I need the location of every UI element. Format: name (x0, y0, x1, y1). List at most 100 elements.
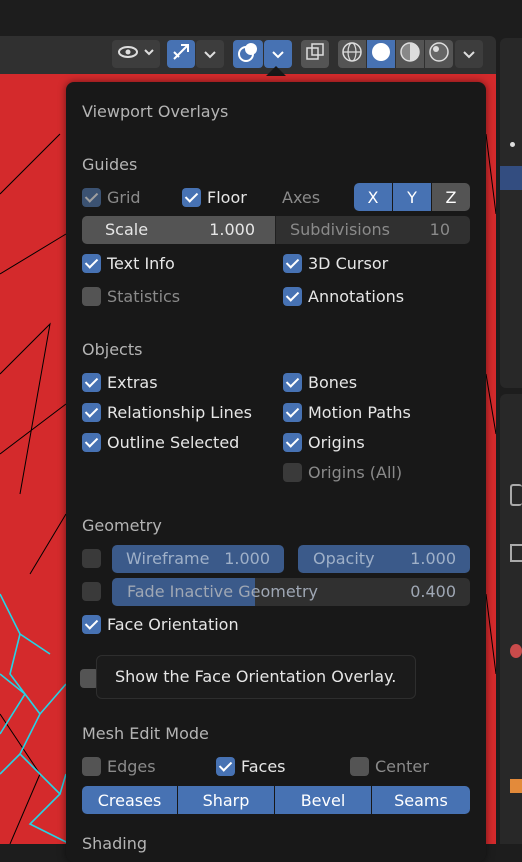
floor-checkbox[interactable] (182, 188, 201, 207)
bevel-toggle[interactable]: Bevel (275, 786, 371, 814)
chevron-down-icon (203, 45, 217, 64)
3d-cursor-checkbox[interactable] (283, 254, 302, 273)
bones-label: Bones (308, 373, 358, 392)
wireframe-shading-button[interactable] (338, 40, 366, 68)
seams-label: Seams (394, 790, 448, 810)
extras-label: Extras (107, 373, 158, 392)
gizmo-toggle-button[interactable] (167, 40, 195, 68)
creases-toggle[interactable]: Creases (82, 786, 177, 814)
relationship-lines-label: Relationship Lines (107, 403, 252, 422)
axis-x-toggle[interactable]: X (354, 183, 392, 211)
text-info-checkbox[interactable] (82, 254, 101, 273)
origins-checkbox[interactable] (283, 433, 302, 452)
annotations-label: Annotations (308, 287, 405, 306)
center-label: Center (375, 757, 429, 776)
bones-checkbox[interactable] (283, 373, 302, 392)
grid-label: Grid (107, 188, 141, 207)
gizmo-dropdown[interactable] (196, 40, 224, 68)
face-orientation-label: Face Orientation (107, 615, 239, 634)
grid-checkbox[interactable] (82, 188, 101, 207)
gizmo-icon (171, 42, 191, 66)
axes-label: Axes (282, 188, 321, 207)
shading-dropdown[interactable] (455, 40, 483, 68)
floor-label: Floor (207, 188, 247, 207)
center-checkbox[interactable] (350, 757, 369, 776)
tool-properties-icon[interactable] (510, 484, 522, 506)
solid-shading-button[interactable] (367, 40, 395, 68)
xray-icon (305, 42, 325, 66)
motion-paths-label: Motion Paths (308, 403, 411, 422)
edges-label: Edges (107, 757, 156, 776)
solid-shading-icon (370, 41, 392, 67)
subdivisions-field[interactable]: Subdivisions 10 (276, 216, 470, 244)
wireframe-label: Wireframe (126, 549, 210, 568)
axis-y-label: Y (407, 187, 417, 207)
render-properties-icon[interactable] (510, 544, 522, 562)
world-properties-icon[interactable] (510, 644, 522, 658)
outline-selected-label: Outline Selected (107, 433, 240, 452)
text-info-label: Text Info (107, 254, 175, 273)
faces-checkbox[interactable] (216, 757, 235, 776)
material-preview-button[interactable] (396, 40, 424, 68)
seams-toggle[interactable]: Seams (372, 786, 470, 814)
creases-label: Creases (97, 790, 162, 810)
material-preview-icon (399, 41, 421, 67)
rendered-shading-icon (428, 41, 450, 67)
visibility-eye-icon (116, 42, 156, 66)
outliner-selected-row[interactable] (500, 166, 522, 190)
scale-field[interactable]: Scale 1.000 (82, 216, 275, 244)
fade-inactive-checkbox[interactable] (82, 582, 101, 601)
wireframe-checkbox[interactable] (82, 549, 101, 568)
xray-toggle-button[interactable] (301, 40, 329, 68)
chevron-down-icon (462, 45, 476, 64)
axis-x-label: X (367, 187, 379, 207)
guides-heading: Guides (82, 155, 138, 174)
face-orientation-checkbox[interactable] (82, 615, 101, 634)
edges-checkbox[interactable] (82, 757, 101, 776)
properties-panel (500, 394, 522, 844)
annotations-checkbox[interactable] (283, 287, 302, 306)
chevron-down-icon (271, 45, 285, 64)
faces-label: Faces (241, 757, 286, 776)
tooltip: Show the Face Orientation Overlay. (96, 655, 416, 699)
objects-heading: Objects (82, 340, 143, 359)
outliner-dot-icon (510, 142, 515, 147)
sharp-toggle[interactable]: Sharp (178, 786, 274, 814)
scale-label: Scale (105, 220, 149, 239)
shading-heading: Shading (82, 834, 147, 853)
object-properties-icon[interactable] (510, 779, 522, 793)
extras-checkbox[interactable] (82, 373, 101, 392)
rendered-shading-button[interactable] (425, 40, 453, 68)
origins-all-checkbox[interactable] (283, 463, 302, 482)
wireframe-value: 1.000 (224, 549, 270, 568)
opacity-field[interactable]: Opacity 1.000 (298, 545, 470, 573)
subdivisions-label: Subdivisions (290, 220, 391, 239)
viewport-header (0, 36, 496, 74)
axis-z-toggle[interactable]: Z (432, 183, 470, 211)
popup-pointer (266, 66, 286, 76)
viewport-overlays-popover: Viewport Overlays Guides Grid Floor Axes… (66, 82, 486, 862)
outline-selected-checkbox[interactable] (82, 433, 101, 452)
popup-title: Viewport Overlays (82, 102, 229, 121)
3d-cursor-label: 3D Cursor (308, 254, 389, 273)
overlays-dropdown[interactable] (264, 40, 292, 68)
geometry-heading: Geometry (82, 516, 162, 535)
mesh-edit-heading: Mesh Edit Mode (82, 724, 209, 743)
statistics-label: Statistics (107, 287, 181, 306)
wireframe-field[interactable]: Wireframe 1.000 (112, 545, 284, 573)
origins-all-label: Origins (All) (308, 463, 403, 482)
visibility-dropdown[interactable] (112, 40, 160, 68)
axis-y-toggle[interactable]: Y (393, 183, 431, 211)
scale-value: 1.000 (209, 220, 255, 239)
axis-z-label: Z (445, 187, 457, 207)
overlays-toggle-button[interactable] (233, 40, 263, 68)
fade-inactive-field[interactable]: Fade Inactive Geometry 0.400 (112, 578, 470, 606)
relationship-lines-checkbox[interactable] (82, 403, 101, 422)
tooltip-text: Show the Face Orientation Overlay. (115, 667, 397, 686)
subdivisions-value: 10 (429, 220, 450, 239)
motion-paths-checkbox[interactable] (283, 403, 302, 422)
statistics-checkbox[interactable] (82, 287, 101, 306)
top-bar (0, 0, 522, 36)
fade-inactive-value: 0.400 (410, 582, 456, 601)
sharp-label: Sharp (202, 790, 250, 810)
